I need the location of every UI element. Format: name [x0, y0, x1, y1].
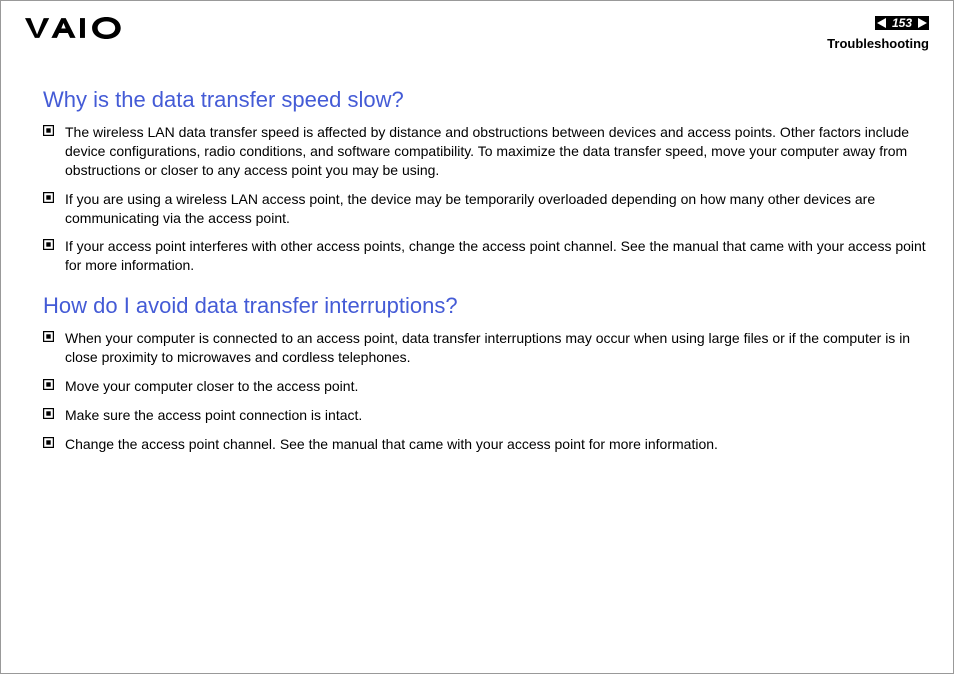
page-content: Why is the data transfer speed slow? The…	[25, 49, 929, 454]
bullet-icon	[43, 125, 65, 136]
next-page-icon[interactable]	[918, 18, 927, 28]
list-item: When your computer is connected to an ac…	[43, 329, 929, 367]
vaio-logo	[25, 15, 124, 39]
list-item: The wireless LAN data transfer speed is …	[43, 123, 929, 180]
section-title: Troubleshooting	[827, 36, 929, 51]
item-text: If your access point interferes with oth…	[65, 237, 929, 275]
item-text: If you are using a wireless LAN access p…	[65, 190, 929, 228]
item-text: Move your computer closer to the access …	[65, 377, 929, 396]
bullet-icon	[43, 437, 65, 448]
bullet-icon	[43, 192, 65, 203]
list-item: If your access point interferes with oth…	[43, 237, 929, 275]
bullet-icon	[43, 239, 65, 250]
item-text: Change the access point channel. See the…	[65, 435, 929, 454]
list-item: Change the access point channel. See the…	[43, 435, 929, 454]
list-item: If you are using a wireless LAN access p…	[43, 190, 929, 228]
heading-1: Why is the data transfer speed slow?	[43, 87, 929, 113]
item-text: Make sure the access point connection is…	[65, 406, 929, 425]
list-2: When your computer is connected to an ac…	[43, 329, 929, 453]
list-item: Move your computer closer to the access …	[43, 377, 929, 396]
page-number: 153	[892, 17, 912, 29]
item-text: When your computer is connected to an ac…	[65, 329, 929, 367]
header-nav: 153 Troubleshooting	[827, 15, 929, 51]
bullet-icon	[43, 408, 65, 419]
list-1: The wireless LAN data transfer speed is …	[43, 123, 929, 275]
heading-2: How do I avoid data transfer interruptio…	[43, 293, 929, 319]
page-container: 153 Troubleshooting Why is the data tran…	[0, 0, 954, 674]
prev-page-icon[interactable]	[877, 18, 886, 28]
page-header: 153 Troubleshooting	[25, 15, 929, 49]
page-number-widget[interactable]: 153	[875, 16, 929, 30]
list-item: Make sure the access point connection is…	[43, 406, 929, 425]
bullet-icon	[43, 379, 65, 390]
item-text: The wireless LAN data transfer speed is …	[65, 123, 929, 180]
bullet-icon	[43, 331, 65, 342]
